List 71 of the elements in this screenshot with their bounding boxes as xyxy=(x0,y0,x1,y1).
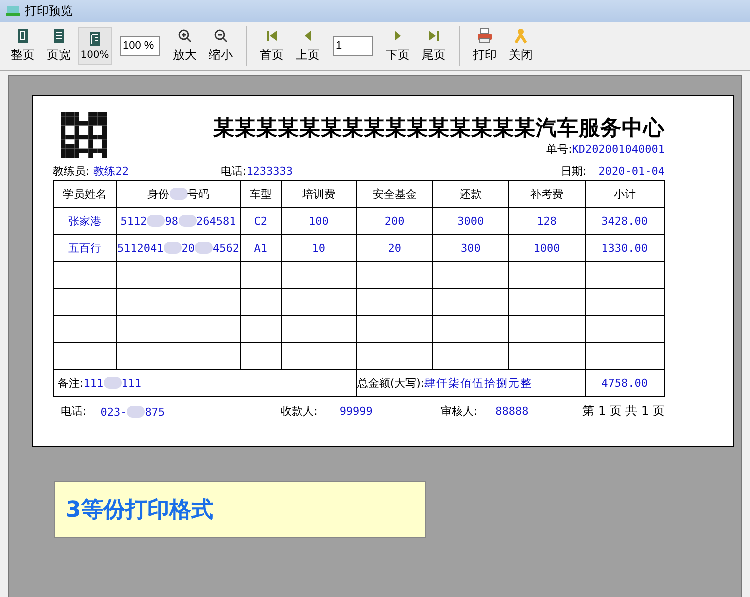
table-cell: 3428.00 xyxy=(602,214,648,228)
total-value: 4758.00 xyxy=(602,376,648,390)
table-cell: 五百行 xyxy=(68,242,102,254)
phone-value: 1233333 xyxy=(246,164,294,178)
number-label: 单号: xyxy=(546,143,572,156)
table-cell: 200 xyxy=(384,214,405,228)
date-label: 日期: xyxy=(561,164,587,178)
table-cell: 5112041 20 4562 xyxy=(117,242,240,254)
date-value: 2020-01-04 xyxy=(598,164,665,178)
column-header: 身份 号码 xyxy=(148,188,210,200)
payee-value: 99999 xyxy=(340,405,373,418)
window-title: 打印预览 xyxy=(25,2,73,20)
table-cell: 5112 98 264581 xyxy=(120,214,236,228)
table-cell: 20 xyxy=(388,242,402,254)
table-cell: 1000 xyxy=(534,242,560,254)
column-header: 学员姓名 xyxy=(62,188,107,200)
column-header: 还款 xyxy=(460,188,482,200)
column-header: 小计 xyxy=(614,188,636,200)
remark-value: 111 111 xyxy=(84,376,142,390)
total-label: 总金额(大写): xyxy=(357,376,425,390)
actual-size-icon xyxy=(87,31,103,47)
table-cell: 10 xyxy=(312,242,326,254)
table-cell: 300 xyxy=(460,242,481,254)
note-text: 3等份打印格式 xyxy=(66,496,214,524)
receipt-title: 某某某某某某某某某某某某某某某汽车服务中心 xyxy=(214,115,665,142)
toolbar-button[interactable]: 100% xyxy=(78,27,112,65)
table-cell: A1 xyxy=(254,242,268,254)
column-header: 培训费 xyxy=(302,188,336,200)
qr-code-icon xyxy=(61,110,107,160)
payee-label: 收款人: xyxy=(281,404,318,419)
coach-label: 教练员: xyxy=(53,164,90,178)
auditor-label: 审核人: xyxy=(440,404,478,419)
coach-value: 教练22 xyxy=(94,164,129,178)
auditor-value: 88888 xyxy=(496,405,529,418)
column-header: 安全基金 xyxy=(372,188,417,200)
table-cell: 张家港 xyxy=(68,214,102,228)
printer-icon xyxy=(477,28,493,44)
toolbar-button[interactable]: 整页 xyxy=(6,24,40,68)
remark-label: 备注: xyxy=(58,376,84,390)
column-header: 补考费 xyxy=(530,188,564,200)
page-icon xyxy=(15,28,31,44)
toolbar-button[interactable]: 上页 xyxy=(291,24,325,68)
window-icon xyxy=(6,5,20,17)
toolbar-button[interactable]: 首页 xyxy=(255,24,289,68)
table-cell: 1330.00 xyxy=(602,242,648,254)
page-count: 第 1 页 共 1 页 xyxy=(582,403,665,420)
phone-label: 电话: xyxy=(61,404,87,419)
total-words: 肆仟柒佰伍拾捌元整 xyxy=(424,376,533,390)
toolbar-button[interactable]: 下页 xyxy=(381,24,415,68)
number-value: KD202001040001 xyxy=(572,143,665,156)
last-page-icon xyxy=(426,28,442,44)
input-field[interactable]: 1 xyxy=(333,36,373,56)
toolbar-button[interactable]: 页宽 xyxy=(42,24,76,68)
close-icon xyxy=(513,28,529,44)
table-cell: 128 xyxy=(537,214,557,228)
table-cell: 100 xyxy=(308,214,329,228)
phone-value: 023- 875 xyxy=(100,406,166,418)
table-cell: C2 xyxy=(254,214,268,228)
toolbar-button[interactable]: 打印 xyxy=(468,24,502,68)
toolbar-button[interactable]: 放大 xyxy=(168,24,202,68)
first-page-icon xyxy=(264,28,280,44)
input-field[interactable]: 100 % xyxy=(120,36,160,56)
column-header: 车型 xyxy=(250,188,272,200)
toolbar-button[interactable]: 缩小 xyxy=(204,24,238,68)
zoom-out-icon xyxy=(213,28,229,44)
phone-label: 电话: xyxy=(220,164,247,178)
table-cell: 3000 xyxy=(458,214,484,228)
page-width-icon xyxy=(51,28,67,44)
toolbar-button[interactable]: 关闭 xyxy=(504,24,538,68)
toolbar-button[interactable]: 尾页 xyxy=(417,24,451,68)
zoom-in-icon xyxy=(177,28,193,44)
